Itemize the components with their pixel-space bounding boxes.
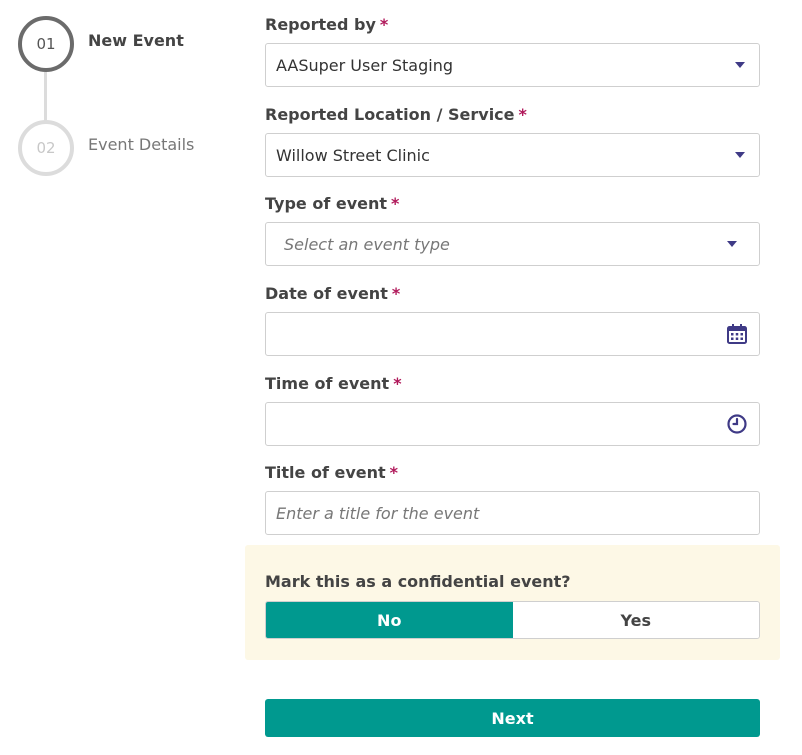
location-field: Reported Location / Service * Willow Stre… [265, 104, 760, 177]
date-input[interactable] [265, 312, 760, 356]
confidential-toggle: No Yes [265, 601, 760, 639]
date-field: Date of event * [265, 283, 760, 356]
date-label: Date of event * [265, 284, 401, 303]
reported-by-label: Reported by * [265, 15, 389, 34]
time-field: Time of event * [265, 373, 760, 446]
chevron-down-icon [735, 152, 745, 158]
required-asterisk: * [393, 374, 402, 393]
confidential-question: Mark this as a confidential event? [265, 572, 571, 591]
time-input[interactable] [265, 402, 760, 446]
required-asterisk: * [518, 105, 527, 124]
step-new-event[interactable]: 01 New Event [18, 16, 184, 72]
time-label: Time of event * [265, 374, 402, 393]
required-asterisk: * [391, 284, 401, 303]
chevron-down-icon [735, 62, 745, 68]
step-number-circle: 01 [18, 16, 74, 72]
step-connector [44, 72, 47, 122]
event-type-select[interactable]: Select an event type [265, 222, 760, 266]
location-select[interactable]: Willow Street Clinic [265, 133, 760, 177]
reported-by-field: Reported by * AASuper User Staging [265, 14, 760, 87]
step-label: New Event [88, 31, 184, 50]
title-label: Title of event * [265, 463, 399, 482]
title-input[interactable]: Enter a title for the event [265, 491, 760, 535]
clock-icon[interactable] [725, 412, 749, 436]
event-type-field: Type of event * Select an event type [265, 193, 760, 266]
title-field: Title of event * Enter a title for the ev… [265, 462, 760, 535]
confidential-no-button[interactable]: No [266, 602, 513, 638]
event-type-label: Type of event * [265, 194, 400, 213]
step-event-details[interactable]: 02 Event Details [18, 120, 194, 176]
required-asterisk: * [391, 194, 400, 213]
reported-by-select[interactable]: AASuper User Staging [265, 43, 760, 87]
location-value: Willow Street Clinic [276, 145, 430, 165]
calendar-icon[interactable] [725, 322, 749, 346]
reported-by-value: AASuper User Staging [276, 55, 453, 75]
next-button[interactable]: Next [265, 699, 760, 737]
step-label: Event Details [88, 135, 195, 154]
event-type-placeholder: Select an event type [284, 234, 450, 254]
chevron-down-icon [727, 241, 737, 247]
required-asterisk: * [389, 463, 399, 482]
confidential-panel: Mark this as a confidential event? No Ye… [245, 545, 780, 660]
confidential-yes-button[interactable]: Yes [512, 602, 759, 638]
location-label: Reported Location / Service * [265, 105, 527, 124]
required-asterisk: * [379, 15, 389, 34]
title-placeholder: Enter a title for the event [276, 503, 480, 523]
step-number-circle: 02 [18, 120, 74, 176]
